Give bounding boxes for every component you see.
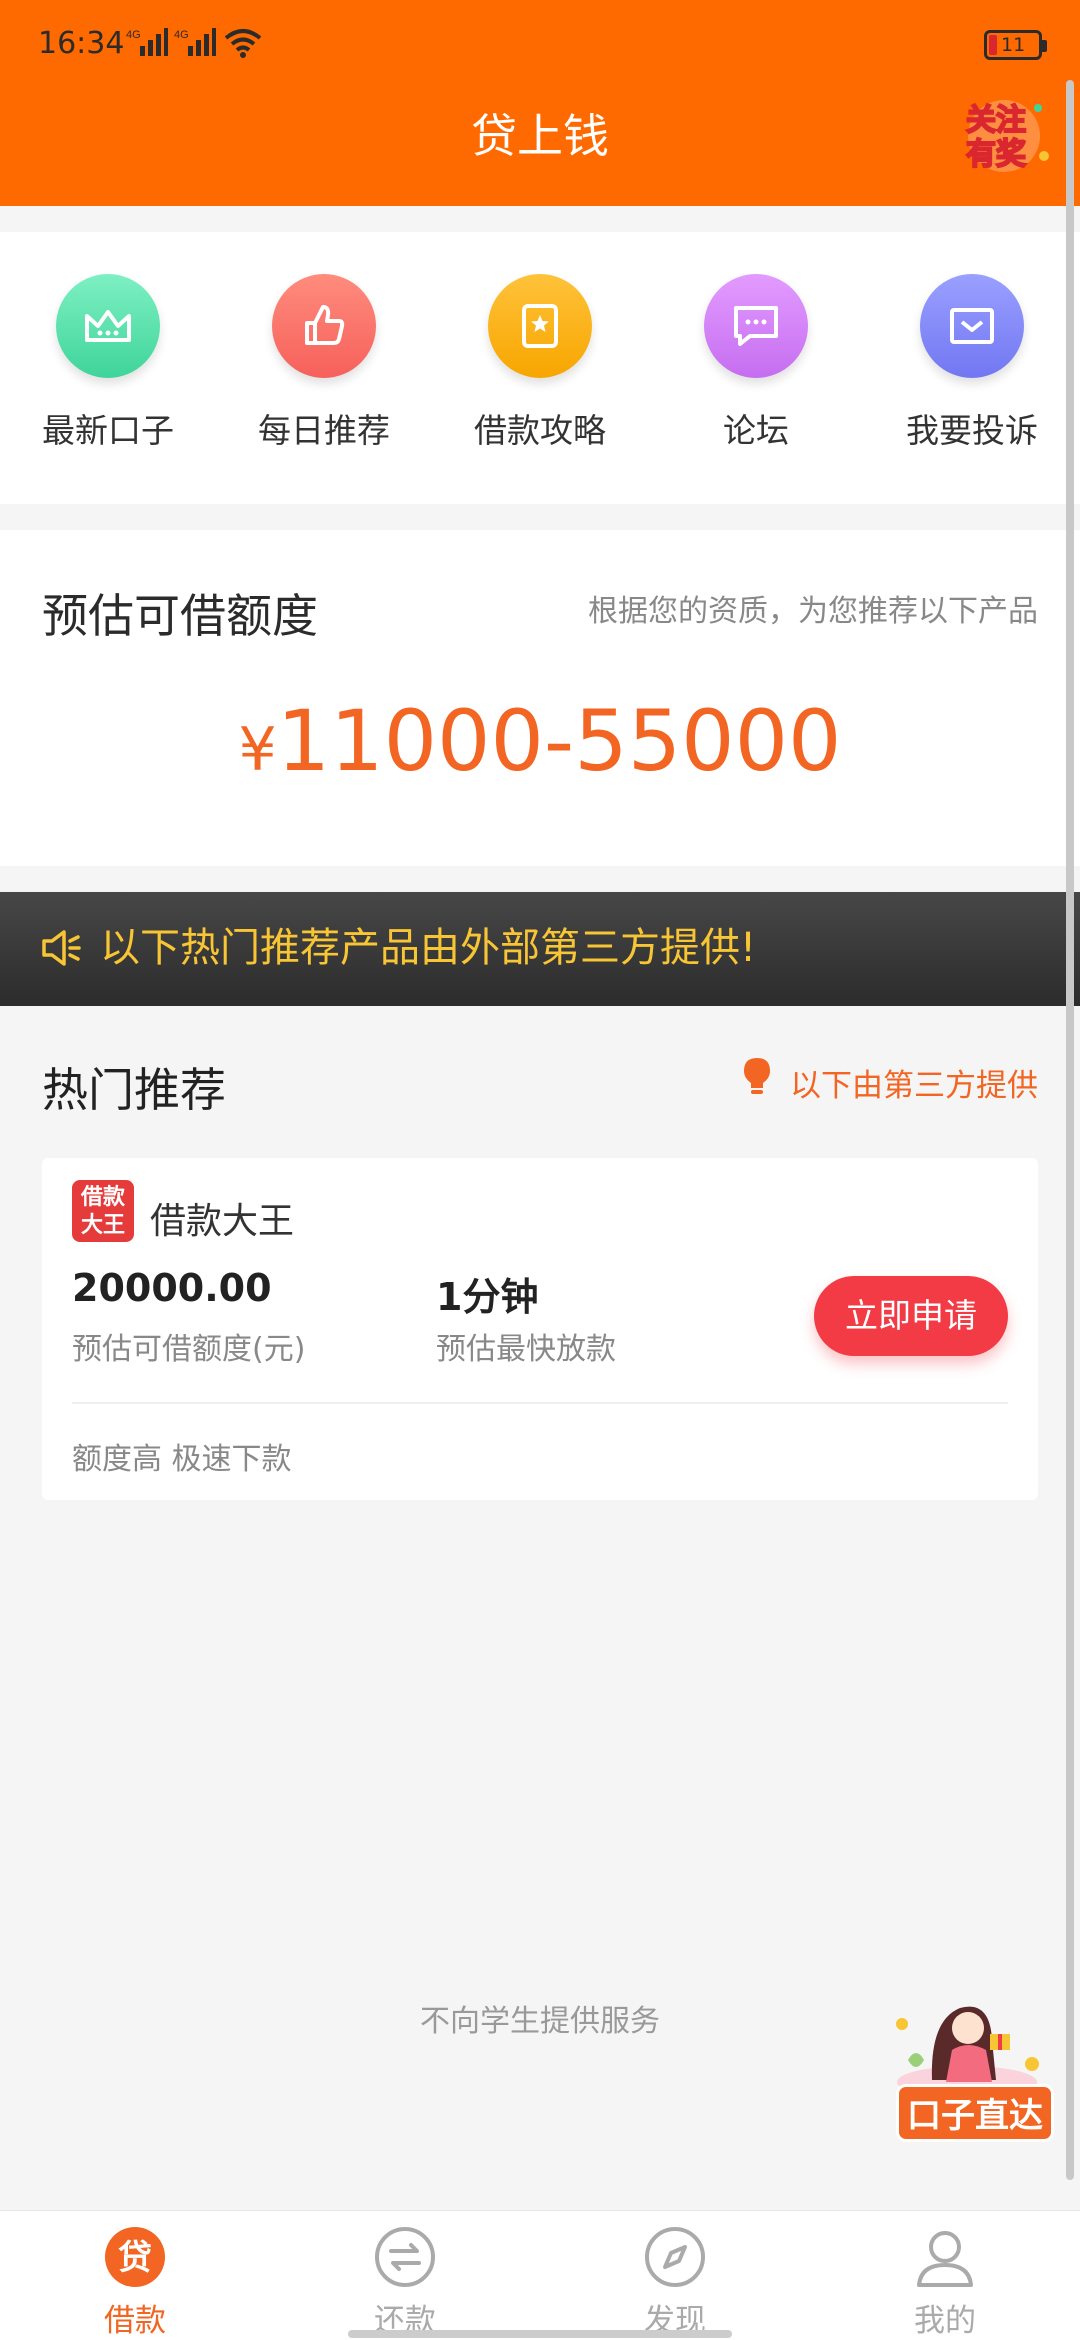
repay-icon [375, 2227, 435, 2287]
notice-banner: 以下热门推荐产品由外部第三方提供! [0, 892, 1080, 1006]
lightbulb-icon [744, 1058, 770, 1094]
product-limit-label: 预估可借额度(元) [72, 1332, 306, 1367]
tab-mine[interactable]: 我的 [810, 2225, 1080, 2340]
home-indicator[interactable] [348, 2330, 732, 2338]
tab-repay[interactable]: 还款 [270, 2225, 540, 2340]
divider [72, 1402, 1008, 1404]
signal-icon: 4G [126, 28, 168, 56]
quick-nav-label: 借款攻略 [474, 411, 606, 450]
guide-book-icon [488, 274, 592, 378]
thumbs-up-icon [272, 274, 376, 378]
quick-nav-label: 最新口子 [42, 411, 174, 450]
quick-nav-forum[interactable]: 论坛 [648, 274, 864, 452]
wifi-icon [224, 29, 262, 58]
signal-icon-2: 4G [174, 28, 216, 56]
status-bar: 16:34 4G 4G 11 [0, 0, 1080, 90]
product-logo: 借款大王 [72, 1180, 134, 1242]
chat-bubble-icon [704, 274, 808, 378]
svg-text:有奖: 有奖 [966, 137, 1026, 172]
quota-amount: ¥11000-55000 [0, 686, 1080, 805]
quota-title: 预估可借额度 [42, 589, 318, 643]
page-title: 贷上钱 [471, 109, 609, 163]
svg-text:关注: 关注 [966, 103, 1026, 138]
quick-nav-label: 我要投诉 [906, 411, 1038, 450]
compass-icon [645, 2227, 705, 2287]
svg-text:贷: 贷 [118, 2238, 152, 2278]
follow-reward-badge[interactable]: 关注 有奖 [960, 96, 1054, 178]
crown-icon [56, 274, 160, 378]
scrollbar[interactable] [1066, 80, 1074, 2180]
tab-label: 借款 [104, 2303, 166, 2339]
quick-nav-guide[interactable]: 借款攻略 [432, 274, 648, 452]
quick-nav-label: 每日推荐 [258, 411, 390, 450]
quota-range: 11000-55000 [276, 692, 842, 790]
section-title: 热门推荐 [42, 1063, 226, 1117]
profile-icon [917, 2231, 973, 2287]
quick-nav-label: 论坛 [723, 411, 789, 450]
loan-icon: 贷 [105, 2227, 165, 2287]
product-speed-label: 预估最快放款 [436, 1332, 616, 1367]
product-tags: 额度高 极速下款 [72, 1442, 292, 1477]
promo-label: 口子直达 [896, 2084, 1054, 2142]
mail-icon [920, 274, 1024, 378]
quick-nav-latest[interactable]: 最新口子 [0, 274, 216, 452]
network-type-1: 4G [126, 29, 141, 41]
quick-nav: 最新口子 每日推荐 借款攻略 论坛 我要投诉 [0, 232, 1080, 504]
product-limit: 20000.00 [72, 1266, 272, 1310]
currency-symbol: ¥ [238, 715, 277, 785]
tab-label: 我的 [914, 2303, 976, 2339]
quota-card: 预估可借额度 根据您的资质，为您推荐以下产品 ¥11000-55000 [0, 530, 1080, 866]
product-name: 借款大王 [150, 1201, 295, 1242]
status-time: 16:34 [38, 26, 125, 61]
product-card[interactable]: 借款大王 借款大王 20000.00 预估可借额度(元) 1分钟 预估最快放款 … [42, 1158, 1038, 1500]
apply-button[interactable]: 立即申请 [814, 1276, 1008, 1356]
speaker-icon [42, 930, 81, 966]
promo-widget[interactable]: 口子直达 [872, 1990, 1062, 2150]
tab-loan[interactable]: 贷 借款 [0, 2225, 270, 2340]
notice-text: 以下热门推荐产品由外部第三方提供! [100, 925, 757, 971]
battery-level: 11 [1001, 34, 1026, 56]
third-party-hint: 以下由第三方提供 [790, 1068, 1038, 1104]
quick-nav-daily[interactable]: 每日推荐 [216, 274, 432, 452]
quota-subtitle: 根据您的资质，为您推荐以下产品 [588, 594, 1038, 629]
tab-discover[interactable]: 发现 [540, 2225, 810, 2340]
quick-nav-complaint[interactable]: 我要投诉 [864, 274, 1080, 452]
bottom-tab-bar: 贷 借款 还款 发现 我的 [0, 2210, 1080, 2340]
battery-icon: 11 [984, 30, 1047, 60]
product-speed: 1分钟 [436, 1275, 539, 1319]
network-type-2: 4G [174, 29, 189, 41]
